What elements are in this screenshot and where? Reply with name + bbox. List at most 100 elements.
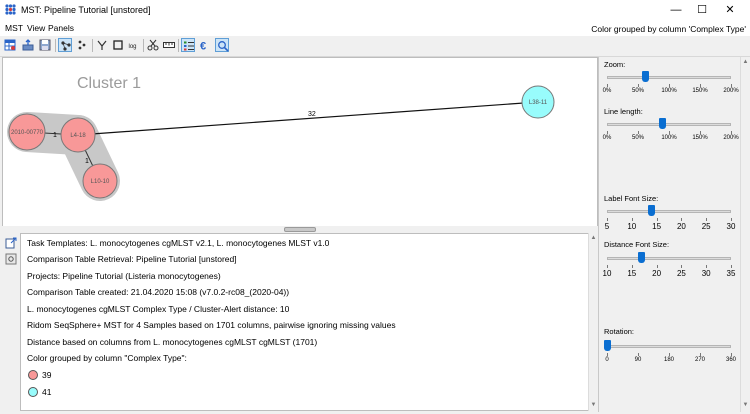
mst-table-icon[interactable] xyxy=(3,38,17,52)
slider-tick-label: 270 xyxy=(694,357,706,363)
scroll-down-arrow[interactable]: ▼ xyxy=(742,401,749,409)
legend-label: 39 xyxy=(42,370,52,380)
slider-tick xyxy=(638,131,639,134)
node-layout-alt-icon[interactable] xyxy=(75,38,89,52)
node-label: L38-11 xyxy=(529,100,548,106)
slider-tick-label: 50% xyxy=(631,135,645,141)
slider-tick-label: 25 xyxy=(701,222,711,231)
slider-tick xyxy=(706,265,708,268)
slider-track[interactable] xyxy=(607,210,731,213)
slider-tick xyxy=(700,353,701,356)
label-font-size-slider[interactable]: 5 10 15 20 25 30 xyxy=(605,205,736,235)
legend-icon[interactable] xyxy=(181,38,195,52)
slider-tick xyxy=(656,218,658,221)
scroll-up-arrow[interactable]: ▲ xyxy=(590,234,597,242)
control-panel-scrollbar[interactable]: ▲ ▼ xyxy=(740,57,750,412)
info-line-color-grouped: Color grouped by column "Complex Type": xyxy=(27,353,187,363)
splitter-grip[interactable] xyxy=(284,227,316,232)
distance-font-size-label: Distance Font Size: xyxy=(604,240,670,249)
settings-report-icon[interactable] xyxy=(5,253,17,265)
slider-tick-label: 360 xyxy=(725,357,737,363)
slider-tick xyxy=(607,353,608,356)
cluster-label: Cluster 1 xyxy=(77,75,141,92)
mst-canvas[interactable]: Cluster 1 1 1 32 2010-00770 L4-18 L10-10… xyxy=(2,57,598,227)
ruler-icon[interactable] xyxy=(162,38,176,52)
edge-distance-label: 32 xyxy=(308,111,316,118)
slider-track[interactable] xyxy=(607,345,731,348)
slider-tick xyxy=(607,131,608,134)
log-text: log xyxy=(129,44,137,50)
line-length-label: Line length: xyxy=(604,107,643,116)
export-icon[interactable] xyxy=(21,38,35,52)
slider-thumb[interactable] xyxy=(659,118,667,129)
slider-tick-label: 15 xyxy=(652,222,662,231)
slider-tick xyxy=(607,265,608,268)
maximize-button[interactable]: ☐ xyxy=(694,2,710,18)
slider-thumb[interactable] xyxy=(603,340,611,351)
rotation-slider[interactable]: 0 90 180 270 360 xyxy=(603,340,737,370)
slider-track[interactable] xyxy=(607,123,731,126)
hand-pan-icon[interactable] xyxy=(95,38,109,52)
menu-mst[interactable]: MST xyxy=(5,23,23,33)
rectangle-select-icon[interactable] xyxy=(111,38,125,52)
panel-splitter[interactable] xyxy=(2,226,598,232)
slider-tick xyxy=(731,131,732,134)
slider-tick-label: 0% xyxy=(602,88,612,94)
slider-tick-label: 10 xyxy=(627,222,637,231)
legend-label: 41 xyxy=(42,387,52,397)
info-scrollbar[interactable]: ▲ ▼ xyxy=(588,233,598,411)
rotation-label: Rotation: xyxy=(604,327,635,336)
slider-tick xyxy=(731,218,732,221)
menu-panels[interactable]: Panels xyxy=(48,23,74,33)
scroll-up-arrow[interactable]: ▲ xyxy=(742,58,749,66)
title-bar: MST: Pipeline Tutorial [unstored] — ☐ ✕ xyxy=(0,0,750,20)
slider-tick xyxy=(607,84,608,87)
slider-tick xyxy=(731,84,732,87)
slider-tick-label: 90 xyxy=(634,357,642,363)
slider-tick xyxy=(731,265,732,268)
menu-view[interactable]: View xyxy=(27,23,45,33)
slider-track[interactable] xyxy=(607,76,731,79)
save-icon[interactable] xyxy=(38,38,52,52)
legend-color-dot xyxy=(28,387,38,397)
window-title: MST: Pipeline Tutorial [unstored] xyxy=(21,5,151,15)
line-length-slider[interactable]: 0% 50% 100% 150% 200% xyxy=(602,118,739,144)
slider-thumb[interactable] xyxy=(638,252,646,263)
slider-tick-label: 25 xyxy=(676,269,686,278)
log-scale-icon[interactable]: log xyxy=(127,38,141,52)
info-line-distance-basis: Distance based on columns from L. monocy… xyxy=(27,337,318,347)
mst-graph[interactable]: Cluster 1 1 1 32 2010-00770 L4-18 L10-10… xyxy=(3,58,597,226)
slider-tick-label: 150% xyxy=(692,88,708,94)
slider-tick-label: 200% xyxy=(723,135,739,141)
slider-tick-label: 0% xyxy=(602,135,612,141)
control-panel: Zoom: 0% 50% 100% 150% 200% Line length: 0% 5… xyxy=(598,57,740,412)
slider-tick-label: 20 xyxy=(652,269,662,278)
menu-bar: MST View Panels Color grouped by column … xyxy=(0,20,750,36)
edge-l4-18-l38-11[interactable] xyxy=(77,101,539,136)
close-button[interactable]: ✕ xyxy=(722,2,738,18)
slider-tick xyxy=(706,218,708,221)
export-report-icon[interactable] xyxy=(5,237,17,249)
cut-branch-icon[interactable] xyxy=(146,38,160,52)
distance-font-size-slider[interactable]: 10 15 20 25 30 35 xyxy=(602,252,735,282)
slider-thumb[interactable] xyxy=(641,71,649,82)
slider-thumb[interactable] xyxy=(648,205,656,216)
zoom-slider[interactable]: 0% 50% 100% 150% 200% xyxy=(602,71,739,97)
slider-tick-label: 10 xyxy=(602,269,612,278)
info-line-task-templates: Task Templates: L. monocytogenes cgMLST … xyxy=(27,238,330,248)
minimize-button[interactable]: — xyxy=(668,2,684,18)
euro-icon[interactable]: € xyxy=(198,38,212,52)
slider-tick-label: 50% xyxy=(631,88,645,94)
legend-color-dot xyxy=(28,370,38,380)
slider-tick xyxy=(631,218,633,221)
slider-track[interactable] xyxy=(607,257,731,260)
slider-tick xyxy=(681,265,683,268)
zoom-magnifier-icon[interactable] xyxy=(215,38,229,52)
node-layout-icon[interactable] xyxy=(58,38,72,52)
slider-tick xyxy=(631,265,633,268)
scroll-down-arrow[interactable]: ▼ xyxy=(590,401,597,409)
info-line-cluster-distance: L. monocytogenes cgMLST Complex Type / C… xyxy=(27,304,290,314)
info-line-projects: Projects: Pipeline Tutorial (Listeria mo… xyxy=(27,271,221,281)
edge-distance-label: 1 xyxy=(53,132,57,139)
slider-tick-label: 30 xyxy=(726,222,736,231)
